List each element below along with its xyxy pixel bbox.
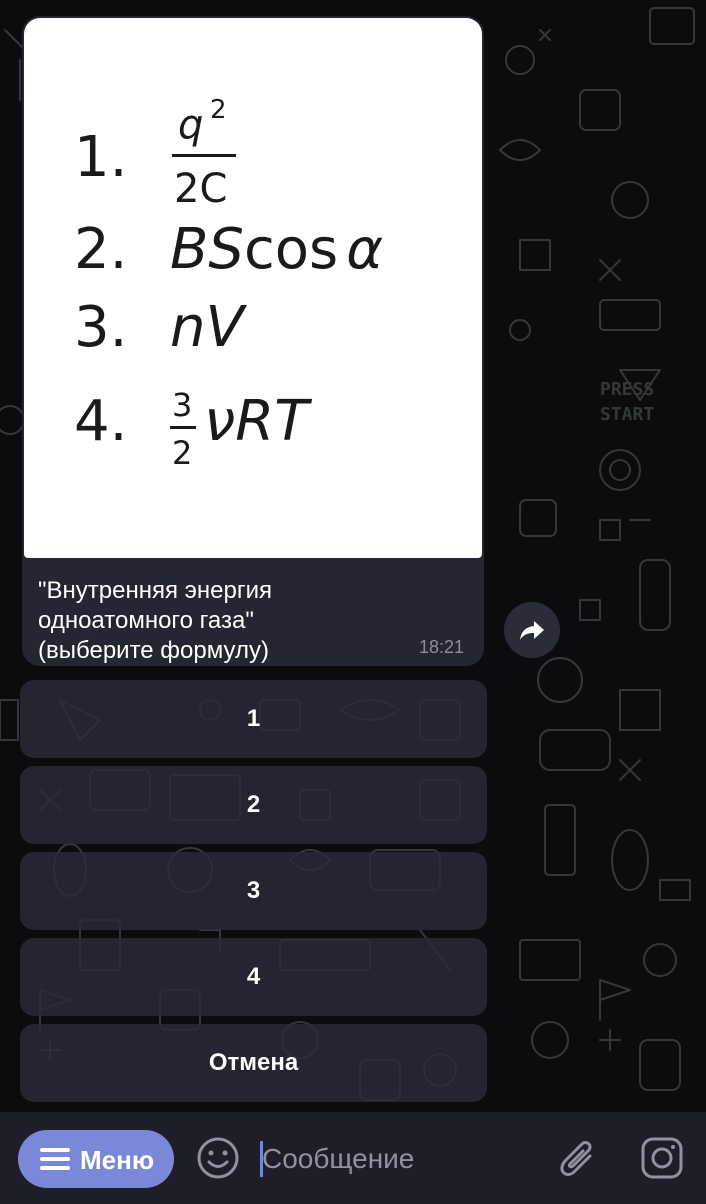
keyboard-button-3[interactable]: 3 [20,852,487,930]
keyboard-button-cancel[interactable]: Отмена [20,1024,487,1102]
formula-1-exponent: 2 [210,95,227,125]
formula-1-fraction-bar [172,154,236,157]
formula-3-number: 3. [74,295,127,360]
formula-1-numerator: q [178,102,203,148]
message-composer: Меню [0,1112,706,1204]
svg-text:START: START [600,404,654,425]
menu-button[interactable]: Меню [18,1130,174,1188]
svg-text:PRESS: PRESS [600,379,654,400]
caption-line: (выберите формулу) [38,637,269,664]
keyboard-button-4[interactable]: 4 [20,938,487,1016]
paperclip-icon[interactable] [556,1136,600,1182]
formula-4-number: 4. [74,389,127,454]
formula-4-expression: νRT [204,389,312,454]
message-time: 18:21 [418,637,464,657]
camera-icon[interactable] [640,1136,684,1180]
formula-4-fraction-bar [170,426,196,429]
menu-label: Меню [80,1145,155,1175]
formula-4-denominator: 2 [172,434,192,472]
message-input[interactable] [262,1138,532,1180]
caption-line: "Внутренняя энергия [38,577,272,604]
formula-1-denominator: 2C [174,166,227,212]
keyboard-button-1[interactable]: 1 [20,680,487,758]
formula-1-number: 1. [74,125,127,190]
forward-arrow-icon [520,621,544,640]
formula-3-expression: nV [170,295,247,360]
caption-line: одноатомного газа" [38,607,254,634]
message-bubble: 1. q 2 2C 2. BScos α 3. nV 4. 3 2 νRT "Вн… [22,16,484,666]
formula-image[interactable]: 1. q 2 2C 2. BScos α 3. nV 4. 3 2 νRT [24,18,482,558]
keyboard-button-2[interactable]: 2 [20,766,487,844]
formula-2-number: 2. [74,217,127,282]
formula-2-expression: BScos α [170,217,383,282]
hamburger-icon [40,1148,70,1170]
forward-button[interactable] [504,602,560,658]
message-caption: "Внутренняя энергия одноатомного газа" (… [38,576,368,666]
formula-4-numerator: 3 [172,386,192,424]
smile-icon[interactable] [196,1136,240,1180]
